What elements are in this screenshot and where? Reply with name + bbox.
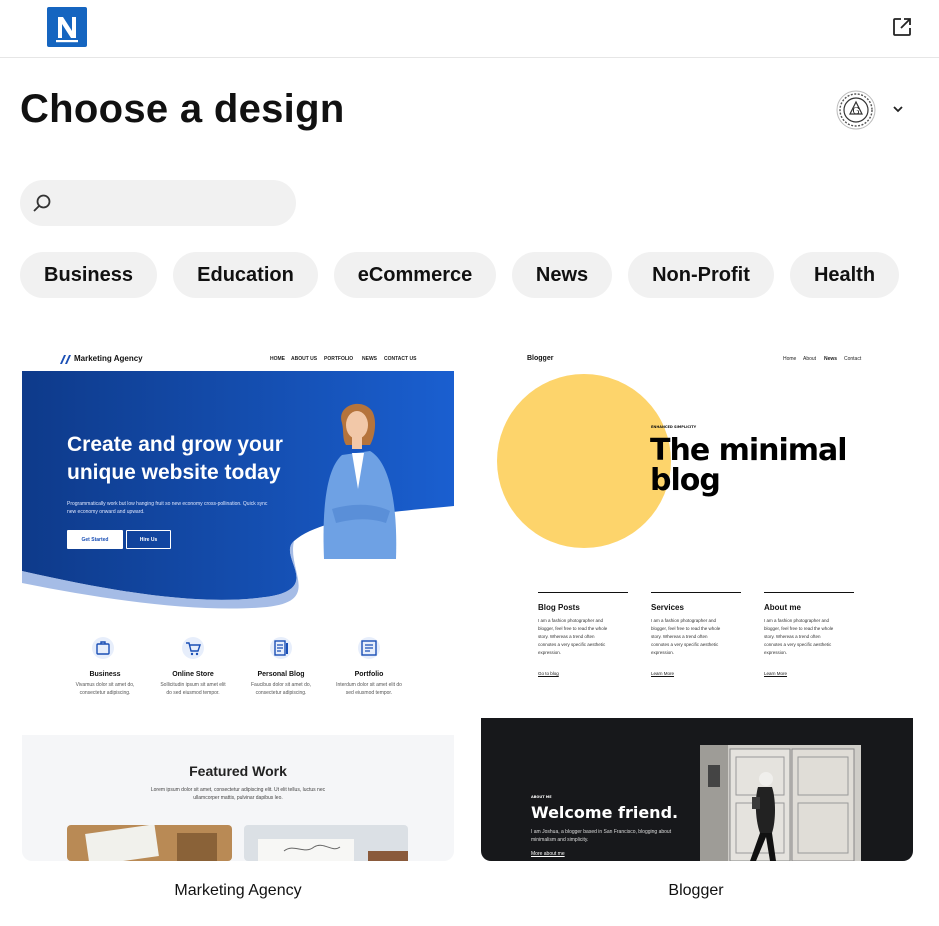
search-input[interactable] <box>68 188 288 218</box>
column-text: I am a fashion photographer and blogger, … <box>538 618 608 655</box>
feature-title: Business <box>89 671 121 678</box>
preview-column: Services I am a fashion photographer and… <box>651 592 741 676</box>
feature-title: Portfolio <box>354 671 384 678</box>
preview-nav-item: News <box>824 356 838 362</box>
feature-text: sed eiusmod tempor. <box>345 690 393 696</box>
column-title: About me <box>764 603 801 612</box>
top-bar <box>0 0 939 58</box>
column-title: Services <box>651 603 684 612</box>
brand-logo-icon <box>60 355 71 364</box>
column-link: Go to blog <box>538 671 559 676</box>
preview-hire-us-button: Hire Us <box>126 530 171 549</box>
column-link: Learn More <box>651 671 675 676</box>
preview-column: About me I am a fashion photographer and… <box>764 592 854 676</box>
portfolio-icon <box>358 637 380 659</box>
briefcase-icon <box>92 637 114 659</box>
column-link: Learn More <box>764 671 788 676</box>
category-chip-business[interactable]: Business <box>20 252 157 298</box>
feature-text: consectetur adipiscing. <box>255 690 307 696</box>
svg-text:G: G <box>852 107 859 117</box>
preview-welcome-link: More about me <box>531 851 565 857</box>
feature-text: do sed eiusmod tempor. <box>166 690 220 696</box>
preview-nav-item: NEWS <box>362 356 377 362</box>
preview-nav-item: CONTACT US <box>384 356 417 362</box>
category-chip-education[interactable]: Education <box>173 252 318 298</box>
chip-label: Education <box>197 263 294 286</box>
blog-icon <box>270 637 292 659</box>
category-chip-ecommerce[interactable]: eCommerce <box>334 252 496 298</box>
preview-featured-text: ullamcorper mattis, pulvinar dapibus leo… <box>193 795 283 801</box>
preview-feature: Portfolio Interdum dolor sit amet elit d… <box>324 671 414 696</box>
preview-nav-item: ABOUT US <box>291 356 318 362</box>
preview-hero-title: blog <box>650 463 721 498</box>
open-external-icon[interactable] <box>890 15 914 39</box>
chip-label: Health <box>813 263 876 286</box>
preview-nav-item: PORTFOLIO <box>324 356 354 362</box>
logo-n-icon <box>56 17 78 43</box>
feature-text: Faucibus dolor sit amet do, <box>250 682 312 688</box>
feature-title: Personal Blog <box>257 671 305 678</box>
preview-work-image <box>244 825 408 861</box>
column-title: Blog Posts <box>538 603 580 612</box>
design-card-marketing-agency[interactable]: Marketing Agency HOME ABOUT US PORTFOLIO… <box>22 347 454 861</box>
preview-hero-text: Programmatically work but low hanging fr… <box>67 501 268 507</box>
preview-button-label: Hire Us <box>139 536 158 543</box>
preview-featured-text: Lorem ipsum dolor sit amet, consectetur … <box>150 787 326 793</box>
preview-welcome-text: minimalism and simplicity. <box>531 837 589 843</box>
chip-label: eCommerce <box>357 263 473 286</box>
feature-title: Online Store <box>172 671 214 678</box>
preview-button-label: Get Started <box>81 536 109 543</box>
preview-get-started-button: Get Started <box>67 530 123 549</box>
category-chip-news[interactable]: News <box>512 252 612 298</box>
category-chip-non-profit[interactable]: Non-Profit <box>628 252 774 298</box>
design-card-blogger[interactable]: Blogger Home About News Contact ENHANCED… <box>481 347 913 861</box>
preview-brand: Blogger <box>527 355 554 362</box>
preview-hero-title: unique website today <box>67 461 281 484</box>
page-title: Choose a design <box>20 87 345 131</box>
preview-brand: Marketing Agency <box>74 354 143 363</box>
app-logo[interactable] <box>47 7 87 47</box>
preview-column: Blog Posts I am a fashion photographer a… <box>538 592 628 676</box>
chip-label: News <box>535 263 589 286</box>
search-icon <box>33 194 51 212</box>
preview-feature: Online Store Sollicitudin ipsum sit amet… <box>148 671 238 696</box>
preview-about-kicker: ABOUT ME <box>531 795 552 799</box>
preview-featured-title: Featured Work <box>189 763 287 779</box>
feature-text: Sollicitudin ipsum sit amet elit <box>160 682 226 688</box>
preview-hero-title: Create and grow your <box>67 433 283 456</box>
column-text: I am a fashion photographer and blogger, … <box>764 618 834 655</box>
preview-nav-item: Home <box>783 356 797 362</box>
column-text: I am a fashion photographer and blogger, … <box>651 618 721 655</box>
preview-kicker: ENHANCED SIMPLICITY <box>651 425 697 429</box>
cart-icon <box>182 637 204 659</box>
preview-feature: Business Vivamus dolor sit amet do, cons… <box>60 671 150 696</box>
feature-text: consectetur adipiscing. <box>79 690 131 696</box>
preview-nav-item: Contact <box>844 356 862 362</box>
chip-label: Non-Profit <box>652 263 750 286</box>
chip-label: Business <box>44 263 133 286</box>
feature-text: Interdum dolor sit amet elit do <box>336 682 402 688</box>
search-field[interactable] <box>20 180 296 226</box>
preview-work-image <box>67 825 232 861</box>
preview-hero-text: new economy onward and upward. <box>67 509 145 515</box>
preview-nav-item: HOME <box>270 356 285 362</box>
chevron-down-icon[interactable] <box>890 101 906 117</box>
preview-yellow-circle <box>497 374 671 548</box>
preview-welcome-text: I am Joshua, a blogger based in San Fran… <box>531 829 672 835</box>
feature-text: Vivamus dolor sit amet do, <box>75 682 135 688</box>
design-label[interactable]: Marketing Agency <box>22 882 454 900</box>
hero-person-image <box>323 403 397 559</box>
category-chip-health[interactable]: Health <box>790 252 899 298</box>
design-label[interactable]: Blogger <box>481 882 911 900</box>
preview-feature: Personal Blog Faucibus dolor sit amet do… <box>236 671 326 696</box>
preview-welcome-title: Welcome friend. <box>531 803 679 822</box>
preview-nav-item: About <box>803 356 817 362</box>
avatar[interactable]: G <box>836 90 876 130</box>
preview-door-photo <box>700 745 861 861</box>
